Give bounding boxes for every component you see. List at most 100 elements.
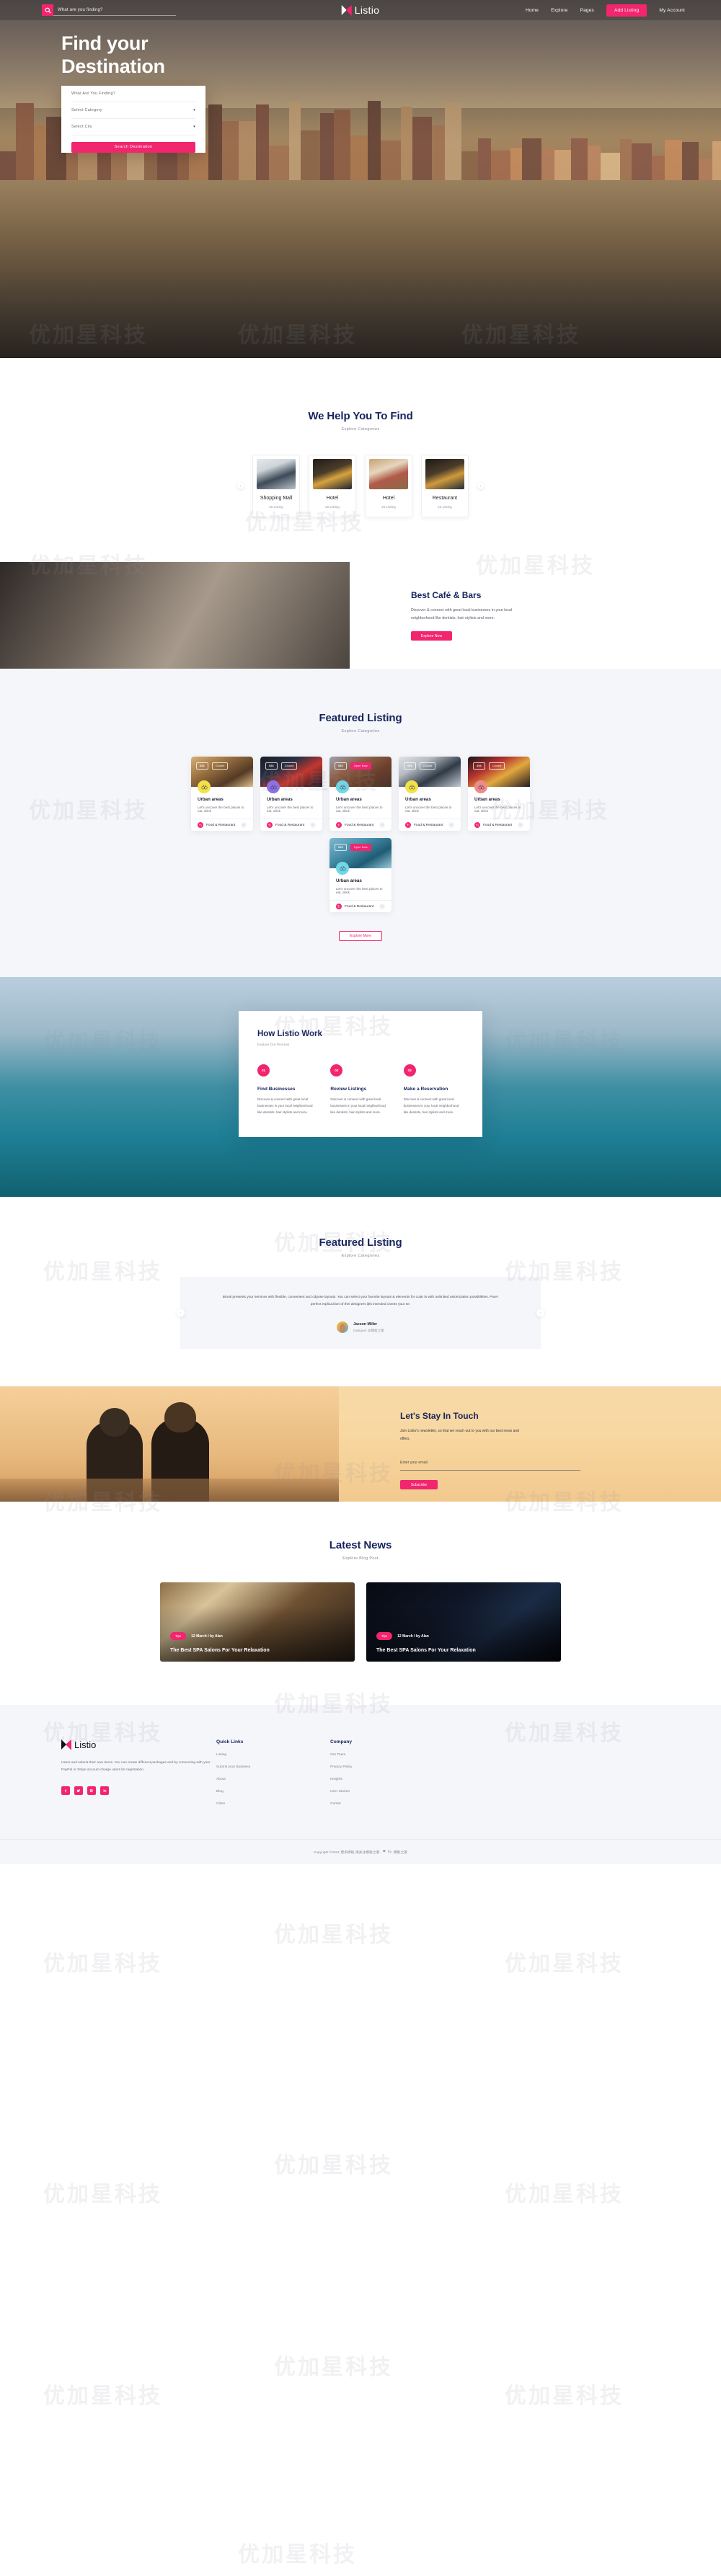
listing-category: Food & Restaurant (345, 823, 374, 827)
step-number-badge: 01 (257, 1064, 270, 1077)
nav-item-explore[interactable]: Explore (551, 8, 567, 13)
listing-card[interactable]: $$$ Closed Urban areas Let's uncover the be… (399, 757, 461, 831)
listing-card[interactable]: $$$ Closed Urban areas Let's uncover the be… (468, 757, 530, 831)
explore-more-label: Explore More (350, 934, 371, 938)
blog-card[interactable]: Tips 12 March I by Alan The Best SPA Salon… (366, 1582, 561, 1662)
price-badge: $$$ (404, 762, 416, 770)
heart-icon[interactable] (448, 822, 454, 828)
hero-what-input[interactable]: What Are You Finding? (71, 86, 195, 102)
copyright-by: by (387, 1850, 392, 1854)
blog-tag[interactable]: Tips (376, 1632, 393, 1641)
email-field[interactable]: Enter your email (400, 1454, 580, 1471)
category-name: Hotel (326, 496, 339, 501)
heart-icon[interactable] (379, 822, 385, 828)
explore-now-button[interactable]: Explore Now (411, 631, 452, 641)
copyright-link[interactable]: 模板之家 (394, 1850, 407, 1855)
footer: Listio Users and submit their own items.… (0, 1705, 721, 1865)
nav-item-pages[interactable]: Pages (580, 8, 594, 13)
step-number: 01 (261, 1069, 266, 1072)
testimonial-quote: Brook presents your services with flexib… (222, 1296, 499, 1307)
footer-column: Quick Links Listing Submit your Business Ab… (216, 1739, 330, 1806)
newsletter-content: Let's Stay In Touch Join Listio's newsle… (0, 1386, 721, 1490)
status-badge: Open Now (350, 844, 371, 851)
heart-icon[interactable] (310, 822, 316, 828)
nav-item-home[interactable]: Home (526, 8, 539, 13)
footer-link[interactable]: Privacy Policy (330, 1765, 444, 1769)
blog-grid: Tips 12 March I by Alan The Best SPA Salon… (0, 1582, 721, 1662)
footer-link[interactable]: Listing (216, 1753, 330, 1757)
featured-title: Featured Listing (319, 712, 402, 724)
search-destination-button[interactable]: Search Destination (71, 141, 195, 153)
blog-card[interactable]: Tips 12 March I by Alan The Best SPA Salon… (160, 1582, 355, 1662)
testimonial-prev-arrow[interactable]: ‹ (177, 1309, 185, 1317)
footer-brand[interactable]: Listio (61, 1739, 216, 1751)
footer-column-heading: Company (330, 1739, 353, 1745)
footer-link[interactable]: About (216, 1778, 330, 1781)
testimonial-next-arrow[interactable]: › (536, 1309, 544, 1317)
listing-description: Let's uncover the best places to eat, dr… (405, 806, 452, 813)
footer-link[interactable]: Blog (216, 1790, 330, 1793)
listing-card[interactable]: $$$ Open Now Urban areas Let's uncover the … (329, 757, 392, 831)
status-badge: Closed (211, 762, 229, 770)
cafe-image (0, 562, 350, 669)
footer-link[interactable]: Cities (216, 1802, 330, 1806)
listing-card[interactable]: $$$ Open Now Urban areas Let's uncover the … (329, 838, 392, 912)
hero-title: Find your Destination (61, 32, 278, 79)
footer-description: Users and submit their own items. You ca… (61, 1761, 211, 1773)
footer-link[interactable]: User Stories (330, 1790, 444, 1793)
categories-prev-arrow[interactable]: ‹ (237, 483, 244, 489)
subscribe-button[interactable]: Subscribe (400, 1480, 438, 1490)
categories-grid: ‹ Shopping Mall 20 Listing Hotel 20 Listing H… (0, 455, 721, 517)
blog-meta: Tips 12 March I by Alan (170, 1632, 223, 1641)
category-card[interactable]: Hotel 20 Listing (365, 455, 412, 517)
status-badge: Open Now (350, 762, 371, 770)
listio-logo-icon (61, 1739, 71, 1751)
heart-icon[interactable] (518, 822, 523, 828)
brand-logo[interactable]: Listio (341, 4, 380, 16)
footer-link[interactable]: Submit your Business (216, 1765, 330, 1769)
footer-link[interactable]: Our Team (330, 1753, 444, 1757)
nav-item-my-account[interactable]: My Account (659, 8, 685, 13)
heart-icon: ❤ (382, 1850, 386, 1854)
listing-card[interactable]: $$$ Closed Urban areas Let's uncover the be… (191, 757, 253, 831)
newsletter-title: Let's Stay In Touch (400, 1411, 479, 1422)
search-input[interactable]: What are you finding? (53, 4, 176, 16)
blog-tag[interactable]: Tips (170, 1632, 187, 1641)
header-search[interactable]: What are you finding? (42, 4, 176, 16)
listing-footer: Food & Restaurant (191, 819, 253, 831)
listing-category: Food & Restaurant (275, 823, 305, 827)
search-icon[interactable] (42, 4, 53, 16)
categories-next-arrow[interactable]: › (477, 483, 484, 489)
facebook-icon[interactable] (61, 1786, 70, 1796)
listing-grid: $$$ Closed Urban areas Let's uncover the be… (187, 757, 534, 912)
top-navigation-bar: What are you finding? Listio Home Explore… (0, 0, 721, 20)
linkedin-icon[interactable] (100, 1786, 109, 1796)
step-number-badge: 03 (403, 1064, 416, 1077)
twitter-icon[interactable] (74, 1786, 83, 1796)
hero-section: What are you finding? Listio Home Explore… (0, 0, 721, 358)
heart-icon[interactable] (379, 904, 385, 909)
category-name: Shopping Mall (260, 496, 293, 501)
hero-category-select[interactable]: Select Category ▾ (71, 102, 195, 119)
pinterest-icon[interactable] (87, 1786, 96, 1796)
explore-more-button[interactable]: Explore More (339, 931, 382, 941)
brand-name: Listio (354, 4, 380, 16)
footer-link[interactable]: Insights (330, 1778, 444, 1781)
listing-avatar-icon (198, 780, 211, 793)
footer-link[interactable]: Carrier (330, 1802, 444, 1806)
heart-icon[interactable] (241, 822, 247, 828)
hero-city-select[interactable]: Select City ▾ (71, 119, 195, 135)
listing-category: Food & Restaurant (345, 904, 374, 909)
category-card[interactable]: Restaurant 20 Listing (421, 455, 469, 517)
listing-description: Let's uncover the best places to eat, dr… (198, 806, 244, 813)
testimonial-author-name: Jacson Miller (353, 1322, 378, 1327)
footer-column: Company Our Team Privacy Policy Insights Use… (330, 1739, 444, 1806)
testimonial-card: ‹ › Brook presents your services with fl… (177, 1277, 544, 1350)
listing-card[interactable]: $$$ Closed Urban areas Let's uncover the be… (260, 757, 322, 831)
footer-brand-name: Listio (74, 1739, 97, 1751)
watermark: 优加星科技 (238, 2543, 357, 2567)
watermark: 优加星科技 (505, 2183, 624, 2206)
category-card[interactable]: Shopping Mall 20 Listing (252, 455, 300, 517)
nav-item-add-listing[interactable]: Add Listing (606, 4, 647, 17)
category-card[interactable]: Hotel 20 Listing (309, 455, 356, 517)
